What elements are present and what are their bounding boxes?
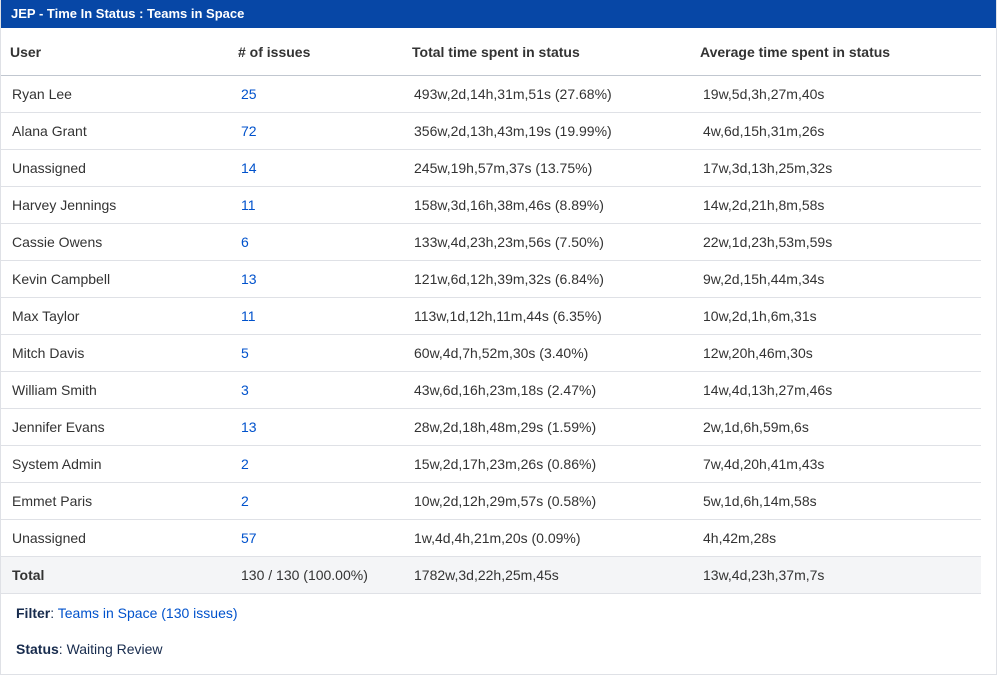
filter-label: Filter	[16, 605, 51, 621]
issue-count-link[interactable]: 6	[241, 234, 249, 250]
average-time-cell: 22w,1d,23h,53m,59s	[700, 223, 981, 261]
total-time-cell: 356w,2d,13h,43m,19s (19.99%)	[412, 112, 700, 150]
issue-count-link[interactable]: 11	[241, 197, 256, 213]
issue-count-cell: 3	[238, 371, 412, 409]
table-row: Unassigned 57 1w,4d,4h,21m,20s (0.09%) 4h,4…	[1, 519, 981, 557]
issue-count-link[interactable]: 25	[241, 86, 257, 102]
filter-line: Filter: Teams in Space (130 issues)	[16, 605, 238, 621]
user-cell: Emmet Paris	[1, 482, 238, 520]
column-header-total-time: Total time spent in status	[412, 28, 700, 76]
total-time-cell: 113w,1d,12h,11m,44s (6.35%)	[412, 297, 700, 335]
time-in-status-gadget: JEP - Time In Status : Teams in Space Us…	[0, 0, 997, 675]
total-time-cell: 158w,3d,16h,38m,46s (8.89%)	[412, 186, 700, 224]
report-table: User # of issues Total time spent in sta…	[1, 28, 981, 594]
user-cell: Unassigned	[1, 519, 238, 557]
user-cell: Unassigned	[1, 149, 238, 187]
total-label: Total	[1, 556, 238, 594]
issue-count-link[interactable]: 3	[241, 382, 249, 398]
issue-count-cell: 14	[238, 149, 412, 187]
column-header-average-time: Average time spent in status	[700, 28, 981, 76]
table-row: Ryan Lee 25 493w,2d,14h,31m,51s (27.68%) 19…	[1, 75, 981, 113]
user-cell: Max Taylor	[1, 297, 238, 335]
average-time-cell: 12w,20h,46m,30s	[700, 334, 981, 372]
gadget-title: JEP - Time In Status : Teams in Space	[1, 0, 996, 28]
issue-count-link[interactable]: 13	[241, 419, 257, 435]
total-time-cell: 121w,6d,12h,39m,32s (6.84%)	[412, 260, 700, 298]
issue-count-link[interactable]: 2	[241, 493, 249, 509]
status-label: Status	[16, 641, 59, 657]
issue-count-link[interactable]: 13	[241, 271, 257, 287]
issue-count-cell: 57	[238, 519, 412, 557]
issue-count-cell: 25	[238, 75, 412, 113]
user-cell: System Admin	[1, 445, 238, 483]
issue-count-link[interactable]: 5	[241, 345, 249, 361]
user-cell: Ryan Lee	[1, 75, 238, 113]
issue-count-cell: 13	[238, 260, 412, 298]
average-time-cell: 10w,2d,1h,6m,31s	[700, 297, 981, 335]
total-time: 1782w,3d,22h,25m,45s	[412, 556, 700, 594]
user-cell: Cassie Owens	[1, 223, 238, 261]
table-row: Emmet Paris 2 10w,2d,12h,29m,57s (0.58%) 5w…	[1, 482, 981, 520]
table-row: Alana Grant 72 356w,2d,13h,43m,19s (19.99%…	[1, 112, 981, 150]
column-header-user: User	[1, 28, 238, 76]
table-body: Ryan Lee 25 493w,2d,14h,31m,51s (27.68%) 19…	[1, 75, 981, 557]
user-cell: Kevin Campbell	[1, 260, 238, 298]
issue-count-link[interactable]: 14	[241, 160, 257, 176]
total-time-cell: 1w,4d,4h,21m,20s (0.09%)	[412, 519, 700, 557]
issue-count-cell: 11	[238, 186, 412, 224]
total-time-cell: 245w,19h,57m,37s (13.75%)	[412, 149, 700, 187]
table-row: William Smith 3 43w,6d,16h,23m,18s (2.47%)…	[1, 371, 981, 409]
average-time-cell: 19w,5d,3h,27m,40s	[700, 75, 981, 113]
issue-count-link[interactable]: 2	[241, 456, 249, 472]
total-row: Total 130 / 130 (100.00%) 1782w,3d,22h,2…	[1, 556, 981, 594]
table-row: Kevin Campbell 13 121w,6d,12h,39m,32s (6.8…	[1, 260, 981, 298]
total-time-cell: 133w,4d,23h,23m,56s (7.50%)	[412, 223, 700, 261]
average-time-cell: 14w,4d,13h,27m,46s	[700, 371, 981, 409]
column-header-issue-count: # of issues	[238, 28, 412, 76]
table-row: System Admin 2 15w,2d,17h,23m,26s (0.86%) 7…	[1, 445, 981, 483]
total-average-time: 13w,4d,23h,37m,7s	[700, 556, 981, 594]
average-time-cell: 14w,2d,21h,8m,58s	[700, 186, 981, 224]
table-row: Cassie Owens 6 133w,4d,23h,23m,56s (7.50%)…	[1, 223, 981, 261]
user-cell: William Smith	[1, 371, 238, 409]
total-time-cell: 43w,6d,16h,23m,18s (2.47%)	[412, 371, 700, 409]
issue-count-cell: 13	[238, 408, 412, 446]
total-time-cell: 493w,2d,14h,31m,51s (27.68%)	[412, 75, 700, 113]
table-row: Jennifer Evans 13 28w,2d,18h,48m,29s (1.59…	[1, 408, 981, 446]
status-line: Status: Waiting Review	[16, 641, 163, 657]
table-row: Harvey Jennings 11 158w,3d,16h,38m,46s (8.…	[1, 186, 981, 224]
issue-count-cell: 2	[238, 445, 412, 483]
total-time-cell: 28w,2d,18h,48m,29s (1.59%)	[412, 408, 700, 446]
total-time-cell: 15w,2d,17h,23m,26s (0.86%)	[412, 445, 700, 483]
user-cell: Jennifer Evans	[1, 408, 238, 446]
average-time-cell: 9w,2d,15h,44m,34s	[700, 260, 981, 298]
issue-count-cell: 11	[238, 297, 412, 335]
total-time-cell: 60w,4d,7h,52m,30s (3.40%)	[412, 334, 700, 372]
table-row: Max Taylor 11 113w,1d,12h,11m,44s (6.35%) 1…	[1, 297, 981, 335]
issue-count-cell: 6	[238, 223, 412, 261]
issue-count-cell: 72	[238, 112, 412, 150]
average-time-cell: 2w,1d,6h,59m,6s	[700, 408, 981, 446]
average-time-cell: 5w,1d,6h,14m,58s	[700, 482, 981, 520]
table-row: Mitch Davis 5 60w,4d,7h,52m,30s (3.40%) 12w…	[1, 334, 981, 372]
total-time-cell: 10w,2d,12h,29m,57s (0.58%)	[412, 482, 700, 520]
average-time-cell: 4h,42m,28s	[700, 519, 981, 557]
issue-count-cell: 2	[238, 482, 412, 520]
status-value: Waiting Review	[66, 641, 163, 657]
user-cell: Alana Grant	[1, 112, 238, 150]
issue-count-cell: 5	[238, 334, 412, 372]
user-cell: Harvey Jennings	[1, 186, 238, 224]
average-time-cell: 17w,3d,13h,25m,32s	[700, 149, 981, 187]
report-footer: Filter: Teams in Space (130 issues) Stat…	[1, 605, 996, 657]
filter-link[interactable]: Teams in Space (130 issues)	[58, 605, 238, 621]
table-header-row: User # of issues Total time spent in sta…	[1, 28, 981, 76]
user-cell: Mitch Davis	[1, 334, 238, 372]
issue-count-link[interactable]: 72	[241, 123, 257, 139]
total-issues: 130 / 130 (100.00%)	[238, 556, 412, 594]
issue-count-link[interactable]: 11	[241, 308, 256, 324]
table-row: Unassigned 14 245w,19h,57m,37s (13.75%) 17w…	[1, 149, 981, 187]
average-time-cell: 7w,4d,20h,41m,43s	[700, 445, 981, 483]
average-time-cell: 4w,6d,15h,31m,26s	[700, 112, 981, 150]
issue-count-link[interactable]: 57	[241, 530, 257, 546]
